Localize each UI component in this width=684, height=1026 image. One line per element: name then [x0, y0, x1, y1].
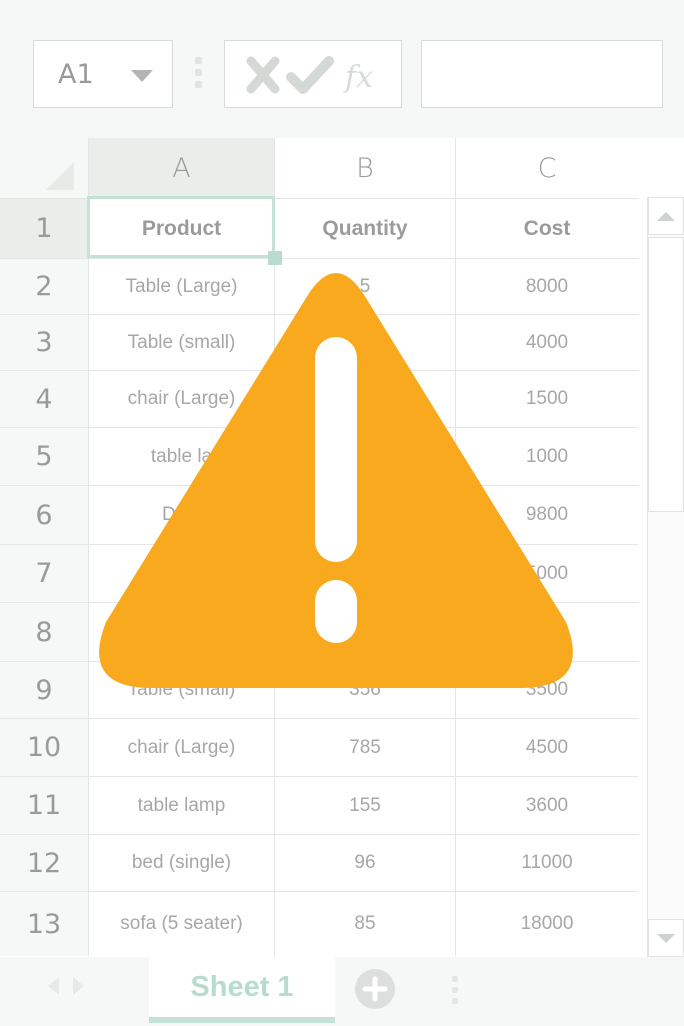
prev-sheet-icon[interactable] [48, 977, 59, 995]
sheet-tab-bar: Sheet 1 [0, 957, 684, 1026]
row-header[interactable]: 6 [0, 485, 88, 544]
sheet-tab[interactable]: Sheet 1 [149, 957, 335, 1017]
table-row: 7 s 5000 [0, 544, 638, 602]
table-row: 12 bed (single) 96 11000 [0, 834, 638, 891]
cell[interactable]: 5000 [455, 544, 638, 602]
cell[interactable] [88, 602, 274, 661]
row-header[interactable]: 11 [0, 776, 88, 834]
cell[interactable]: 1000 [455, 427, 638, 485]
cell[interactable]: 9800 [455, 485, 638, 544]
more-options-icon[interactable] [452, 976, 458, 1004]
row-header[interactable]: 12 [0, 834, 88, 891]
cell[interactable]: bed (single) [88, 834, 274, 891]
spreadsheet-grid: A B C 1 Product Quantity Cost 2 Table (L… [0, 138, 684, 956]
cell[interactable] [274, 485, 455, 544]
next-sheet-icon[interactable] [73, 977, 84, 995]
cell[interactable] [274, 370, 455, 427]
cell[interactable]: 356 [274, 661, 455, 718]
row-header[interactable]: 5 [0, 427, 88, 485]
cell[interactable] [274, 314, 455, 370]
row-header[interactable]: 8 [0, 602, 88, 661]
cell[interactable]: 5 [274, 258, 455, 314]
formula-actions: fx [224, 40, 402, 108]
cell[interactable]: 3500 [455, 661, 638, 718]
cell[interactable]: Table (Large) [88, 258, 274, 314]
table-row: 6 Dinir 9800 [0, 485, 638, 544]
cell[interactable]: chair (Large) [88, 370, 274, 427]
table-row: 2 Table (Large) 5 8000 [0, 258, 638, 314]
column-header-a[interactable]: A [88, 138, 274, 198]
table-row: 1 Product Quantity Cost [0, 198, 638, 258]
formula-input[interactable] [421, 40, 663, 108]
row-header[interactable]: 13 [0, 891, 88, 956]
cell[interactable]: 155 [274, 776, 455, 834]
cell[interactable]: 85 [274, 891, 455, 956]
caret-down-icon [657, 933, 675, 943]
chevron-down-icon[interactable] [131, 70, 153, 82]
caret-up-icon [657, 211, 675, 221]
cell[interactable]: s [88, 544, 274, 602]
name-box[interactable]: A1 [33, 40, 173, 108]
cell[interactable]: Product [88, 198, 274, 258]
cell[interactable] [274, 427, 455, 485]
scroll-up-button[interactable] [648, 197, 684, 235]
sheet-nav [48, 977, 84, 995]
cell[interactable]: 4500 [455, 718, 638, 776]
table-row: 10 chair (Large) 785 4500 [0, 718, 638, 776]
cell[interactable]: 785 [274, 718, 455, 776]
table-row: 8 [0, 602, 638, 661]
cell[interactable]: Quantity [274, 198, 455, 258]
table-row: 5 table la 1000 [0, 427, 638, 485]
cell[interactable]: 18000 [455, 891, 638, 956]
row-header[interactable]: 3 [0, 314, 88, 370]
table-row: 4 chair (Large) 1500 [0, 370, 638, 427]
cell[interactable]: 96 [274, 834, 455, 891]
cell[interactable] [274, 602, 455, 661]
cell[interactable]: table lamp [88, 776, 274, 834]
column-header-c[interactable]: C [455, 138, 638, 198]
cell[interactable]: Table (small) [88, 314, 274, 370]
scrollbar-thumb[interactable] [648, 237, 684, 512]
column-headers: A B C [0, 138, 640, 198]
table-row: 13 sofa (5 seater) 85 18000 [0, 891, 638, 956]
plus-circle-icon [355, 969, 395, 1009]
select-all-corner[interactable] [0, 138, 88, 198]
cell[interactable]: 3600 [455, 776, 638, 834]
table-row: 3 Table (small) 4000 [0, 314, 638, 370]
active-tab-indicator [149, 1017, 335, 1023]
row-header[interactable]: 10 [0, 718, 88, 776]
cell[interactable]: chair (Large) [88, 718, 274, 776]
cell[interactable]: 1500 [455, 370, 638, 427]
add-sheet-button[interactable] [353, 967, 397, 1016]
row-header[interactable]: 4 [0, 370, 88, 427]
cell[interactable]: Table (small) [88, 661, 274, 718]
confirm-icon[interactable] [286, 56, 334, 94]
vertical-scrollbar[interactable] [647, 197, 684, 957]
cell[interactable] [274, 544, 455, 602]
function-icon[interactable]: fx [343, 60, 373, 95]
row-header[interactable]: 1 [0, 198, 88, 258]
row-header[interactable]: 7 [0, 544, 88, 602]
column-header-b[interactable]: B [274, 138, 455, 198]
drag-handle-icon[interactable] [195, 57, 202, 88]
name-box-value: A1 [58, 58, 94, 90]
cell[interactable]: table la [88, 427, 274, 485]
cell[interactable]: 4000 [455, 314, 638, 370]
scroll-down-button[interactable] [648, 919, 684, 957]
cell[interactable]: 8000 [455, 258, 638, 314]
fill-handle[interactable] [268, 251, 282, 265]
cell[interactable] [455, 602, 638, 661]
row-header[interactable]: 9 [0, 661, 88, 718]
formula-bar: A1 fx [0, 0, 684, 138]
table-row: 9 Table (small) 356 3500 [0, 661, 638, 718]
cell[interactable]: sofa (5 seater) [88, 891, 274, 956]
cell[interactable]: Dinir [88, 485, 274, 544]
cell[interactable]: Cost [455, 198, 638, 258]
cancel-icon[interactable] [246, 56, 280, 94]
svg-text:fx: fx [343, 60, 373, 95]
table-row: 11 table lamp 155 3600 [0, 776, 638, 834]
cell[interactable]: 11000 [455, 834, 638, 891]
row-header[interactable]: 2 [0, 258, 88, 314]
